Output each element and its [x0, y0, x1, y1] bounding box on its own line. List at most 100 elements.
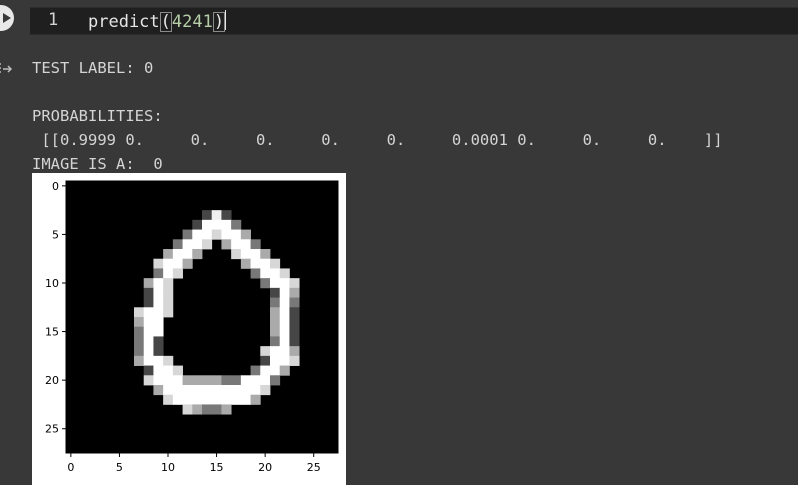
pixel [163, 385, 174, 396]
pixel [153, 326, 164, 337]
pixel [163, 258, 174, 269]
pixel [289, 355, 300, 366]
pixel [163, 355, 174, 366]
pixel [143, 287, 154, 298]
pixel [240, 229, 251, 240]
y-tick-label: 20 [45, 374, 59, 387]
pixel [182, 239, 193, 250]
pixel [270, 317, 281, 328]
output-redirect-icon[interactable] [0, 61, 14, 81]
pixel [134, 307, 145, 318]
pixel [202, 394, 213, 405]
pixel [134, 355, 145, 366]
x-tick-label: 25 [307, 461, 321, 474]
pixel [192, 385, 203, 396]
code-function-name: predict [88, 12, 160, 32]
pixel [279, 365, 290, 376]
pixel [153, 268, 164, 279]
pixel [143, 317, 154, 328]
pixel [240, 258, 251, 269]
x-axis-ticks: 0 5 10 15 20 25 [67, 453, 321, 474]
prediction-line: IMAGE IS A: 0 [32, 155, 163, 173]
pixel [153, 355, 164, 366]
pixel [163, 249, 174, 260]
pixel [172, 249, 183, 260]
y-tick-label: 10 [45, 277, 59, 290]
pixel [172, 365, 183, 376]
y-tick-label: 0 [52, 180, 59, 193]
pixel [182, 385, 193, 396]
x-tick-label: 5 [116, 461, 123, 474]
pixel [192, 229, 203, 240]
pixel [279, 317, 290, 328]
pixel [270, 346, 281, 357]
pixel [221, 239, 232, 250]
pixel [231, 375, 242, 386]
pixel [153, 258, 164, 269]
pixel [279, 287, 290, 298]
run-cell-button[interactable] [0, 5, 14, 31]
pixel [153, 385, 164, 396]
pixel [221, 404, 232, 415]
pixel [250, 249, 261, 260]
play-icon [3, 13, 11, 23]
text-cursor [225, 10, 227, 30]
pixel [240, 375, 251, 386]
pixel [250, 375, 261, 386]
pixel [211, 219, 222, 230]
pixel [143, 336, 154, 347]
pixel [240, 239, 251, 250]
pixel [134, 336, 145, 347]
pixel [270, 355, 281, 366]
pixel [250, 385, 261, 396]
pixel [172, 258, 183, 269]
pixel [231, 385, 242, 396]
pixel [143, 297, 154, 308]
pixel [289, 317, 300, 328]
pixel [270, 258, 281, 269]
pixel [192, 239, 203, 250]
pixel [211, 210, 222, 221]
pixel [270, 336, 281, 347]
pixel [163, 394, 174, 405]
y-axis-ticks: 0 5 10 15 20 25 [45, 180, 66, 436]
pixel [279, 355, 290, 366]
pixel [163, 297, 174, 308]
pixel [163, 268, 174, 279]
pixel [221, 375, 232, 386]
pixel [260, 385, 271, 396]
pixel [172, 375, 183, 386]
pixel [211, 404, 222, 415]
y-tick-label: 5 [52, 228, 59, 241]
pixel [289, 326, 300, 337]
x-tick-label: 0 [67, 461, 74, 474]
pixel [182, 394, 193, 405]
pixel [260, 268, 271, 279]
pixel [250, 268, 261, 279]
pixel [231, 249, 242, 260]
pixel [163, 307, 174, 318]
pixel [231, 219, 242, 230]
close-paren: ) [212, 12, 226, 32]
pixel [153, 336, 164, 347]
pixel [153, 365, 164, 376]
pixel [231, 394, 242, 405]
pixel [260, 365, 271, 376]
output-text: TEST LABEL: 0 PROBABILITIES: [[0.9999 0.… [32, 56, 723, 176]
pixel [153, 346, 164, 357]
code-line[interactable]: predict(4241) [88, 10, 227, 32]
pixel [182, 404, 193, 415]
pixel [172, 394, 183, 405]
pixel [211, 385, 222, 396]
pixel [279, 346, 290, 357]
pixel [231, 239, 242, 250]
code-editor[interactable]: 1 predict(4241) [30, 7, 798, 35]
pixel [172, 239, 183, 250]
digit-image-plot: 0 5 10 15 20 25 0 5 10 15 20 25 [32, 173, 346, 485]
pixel [211, 229, 222, 240]
pixel [143, 326, 154, 337]
pixel [279, 336, 290, 347]
pixel [289, 297, 300, 308]
pixel [221, 229, 232, 240]
pixel [134, 317, 145, 328]
